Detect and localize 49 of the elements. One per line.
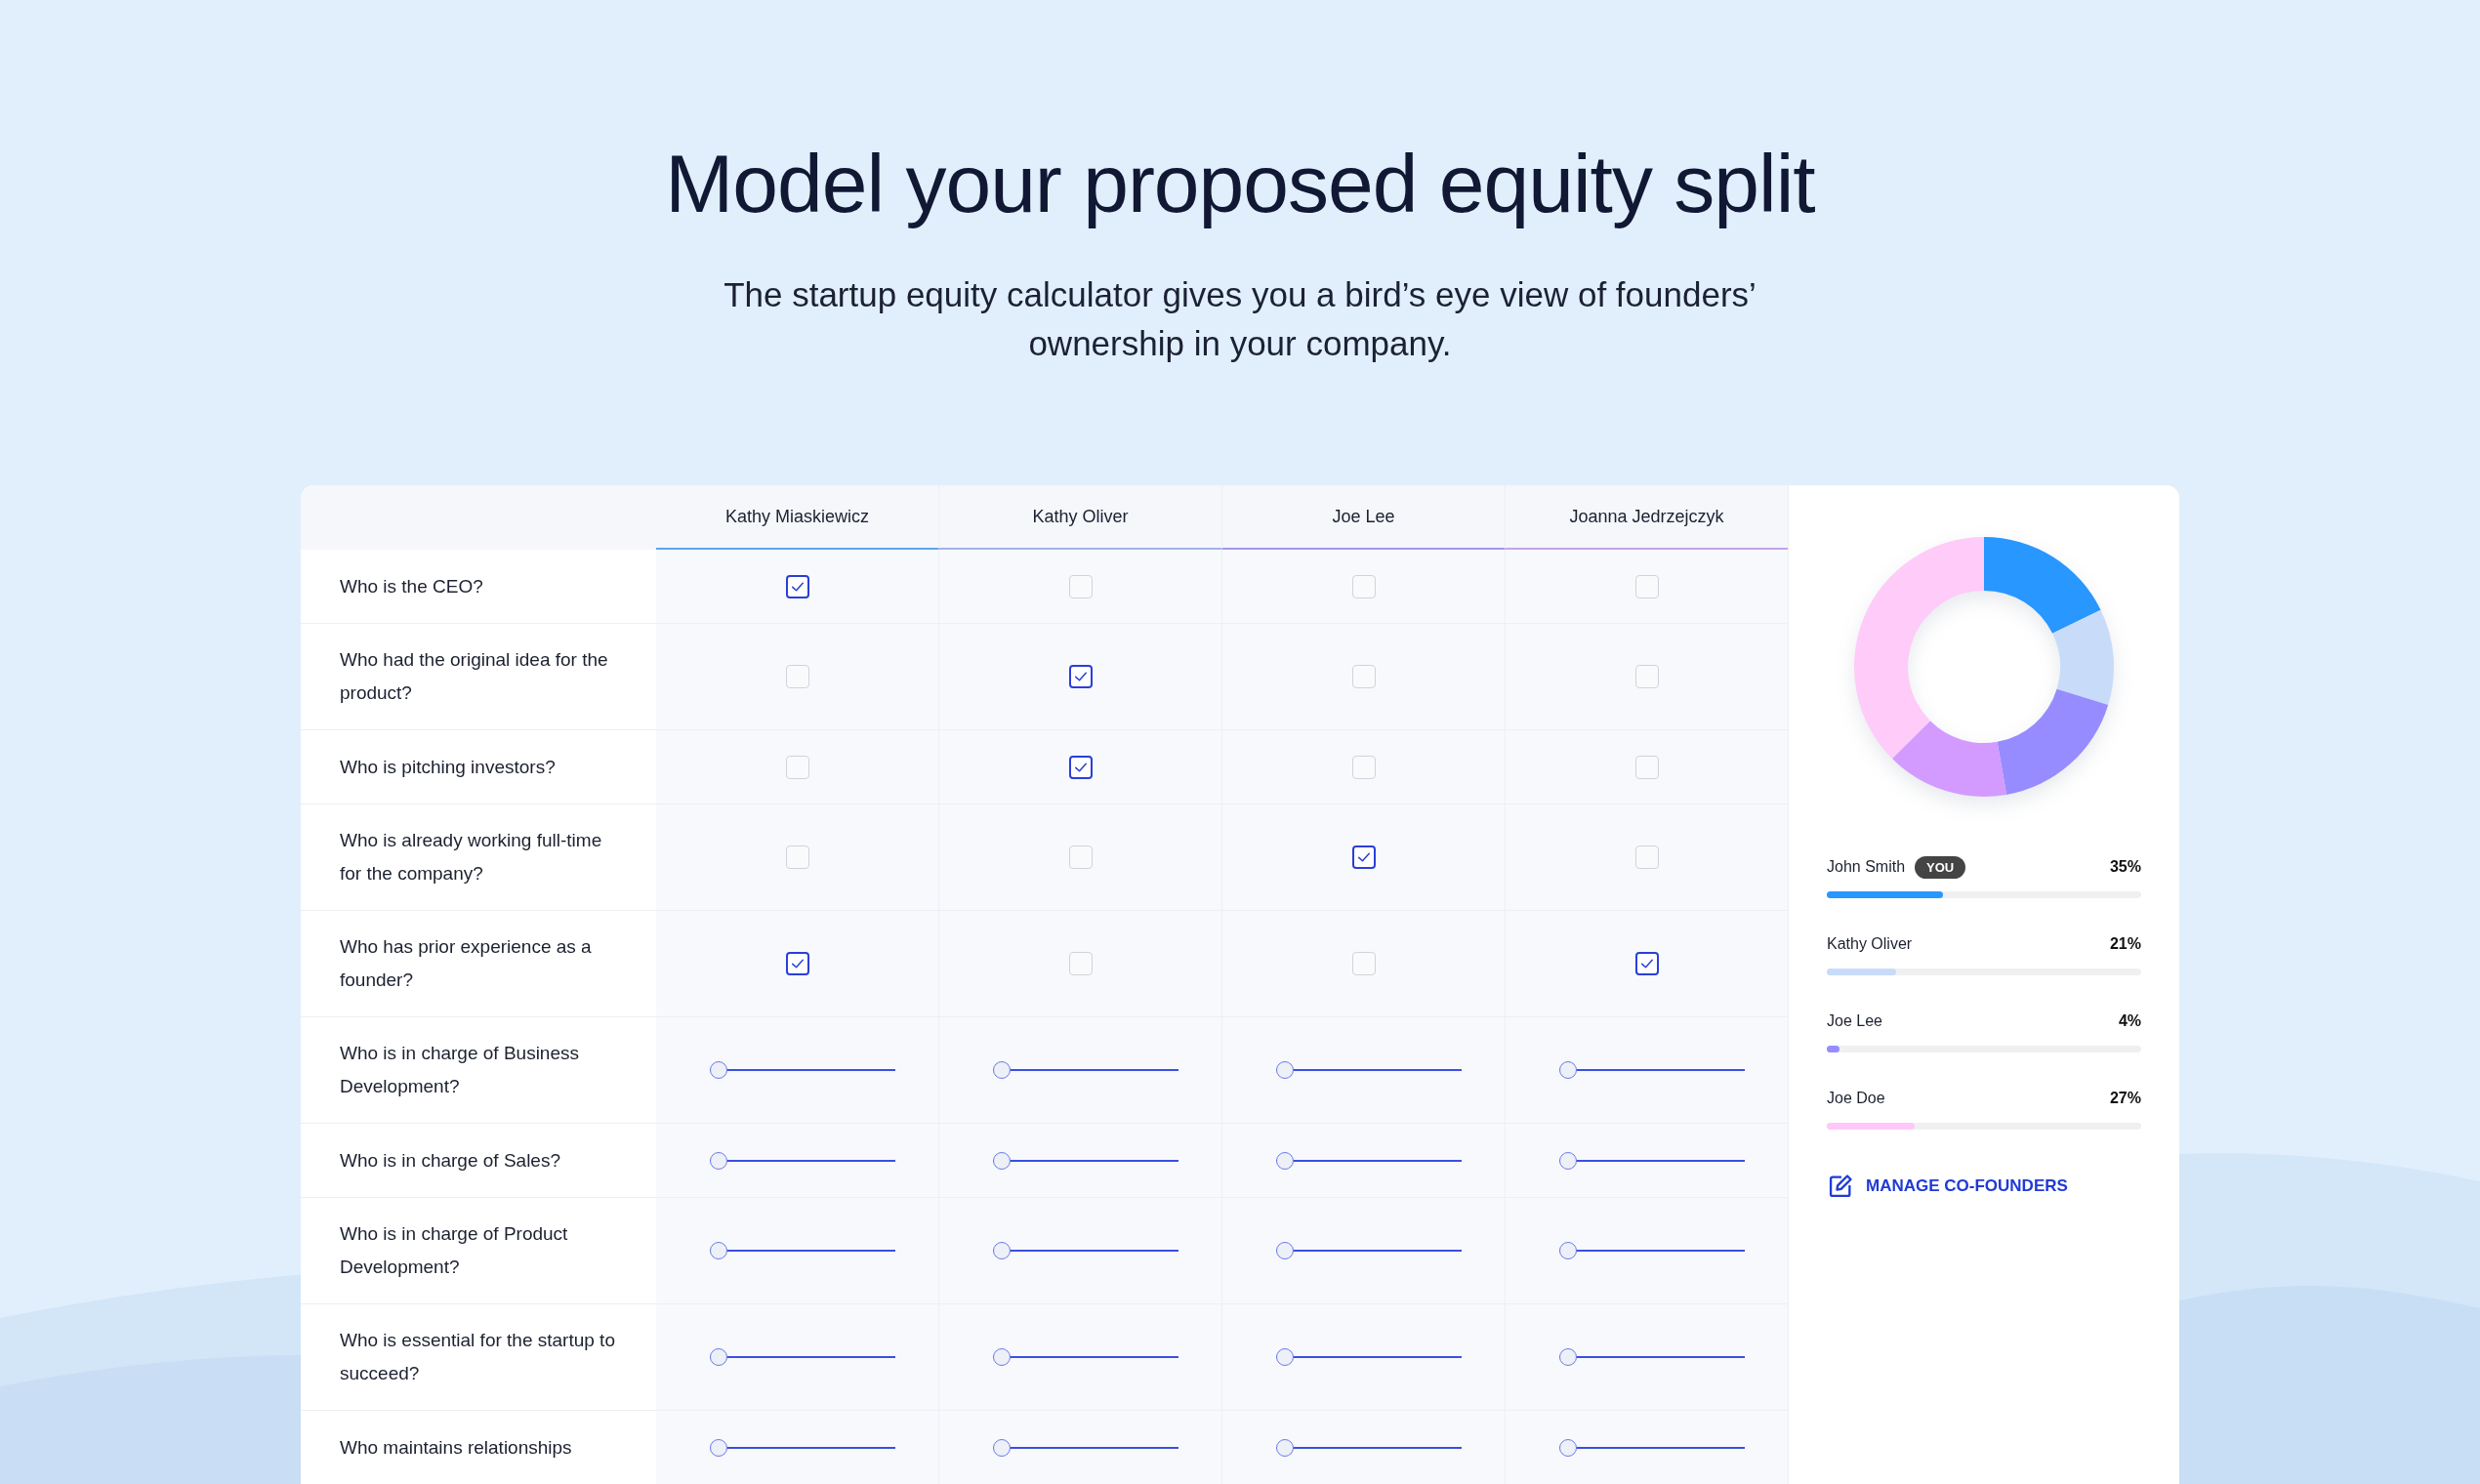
question-label: Who maintains relationships	[340, 1435, 572, 1460]
checkbox[interactable]	[1068, 755, 1093, 779]
slider-thumb[interactable]	[709, 1242, 727, 1259]
checkbox[interactable]	[1634, 952, 1659, 975]
question-label: Who is the CEO?	[340, 574, 483, 598]
slider-thumb[interactable]	[1558, 1061, 1577, 1079]
slider-thumb[interactable]	[1558, 1151, 1577, 1170]
checkbox[interactable]	[785, 574, 809, 598]
question-label: Who is in charge of Sales?	[340, 1148, 560, 1173]
share-value: 4%	[2118, 1012, 2141, 1030]
question-label: Who has prior experience as a founder?	[340, 935, 593, 992]
slider-thumb[interactable]	[1275, 1438, 1294, 1457]
slider-thumb[interactable]	[992, 1348, 1011, 1366]
founder-name: John Smith	[1827, 858, 1906, 876]
slider-thumb[interactable]	[709, 1348, 727, 1366]
share-value: 35%	[2109, 858, 2141, 876]
share-value: 21%	[2109, 935, 2141, 953]
slider-thumb[interactable]	[1275, 1242, 1294, 1259]
slider-thumb[interactable]	[1558, 1348, 1577, 1366]
question-label: Who is in charge of Business Development?	[340, 1042, 580, 1098]
question-label: Who is in charge of Product Development?	[340, 1222, 569, 1279]
slider-thumb[interactable]	[1275, 1061, 1294, 1079]
slider-thumb[interactable]	[992, 1242, 1011, 1259]
page-title: Model your proposed equity split	[665, 137, 1815, 231]
manage-co-founders-link[interactable]: MANAGE CO-FOUNDERS	[1827, 1173, 2141, 1200]
founder-name: Joe Lee	[1827, 1012, 1882, 1030]
page-subtitle: The startup equity calculator gives you a bird’s eye view of founders’ ownership in your company.	[723, 274, 1757, 364]
slider-thumb[interactable]	[992, 1151, 1011, 1170]
share-value: 27%	[2109, 1090, 2141, 1107]
checkbox[interactable]	[785, 952, 809, 975]
founder-name: Joe Doe	[1827, 1090, 1885, 1107]
slider-thumb[interactable]	[1558, 1242, 1577, 1259]
you-badge: YOU	[1915, 855, 1966, 879]
slider-thumb[interactable]	[1558, 1438, 1577, 1457]
slider-thumb[interactable]	[992, 1438, 1011, 1457]
question-label: Who is already working full-time for the company?	[340, 829, 603, 886]
founder-name: Kathy Oliver	[1827, 935, 1913, 953]
checkbox[interactable]	[1351, 845, 1376, 869]
checkbox[interactable]	[1068, 665, 1093, 688]
slider-thumb[interactable]	[709, 1061, 727, 1079]
question-label: Who is essential for the startup to succeed?	[340, 1329, 616, 1385]
question-label: Who is pitching investors?	[340, 755, 556, 779]
slider-thumb[interactable]	[1275, 1348, 1294, 1366]
slider-thumb[interactable]	[709, 1438, 727, 1457]
slider-thumb[interactable]	[992, 1061, 1011, 1079]
slider-thumb[interactable]	[709, 1151, 727, 1170]
question-label: Who had the original idea for the product?	[340, 648, 609, 705]
edit-icon	[1827, 1173, 1854, 1200]
slider-thumb[interactable]	[1275, 1151, 1294, 1170]
